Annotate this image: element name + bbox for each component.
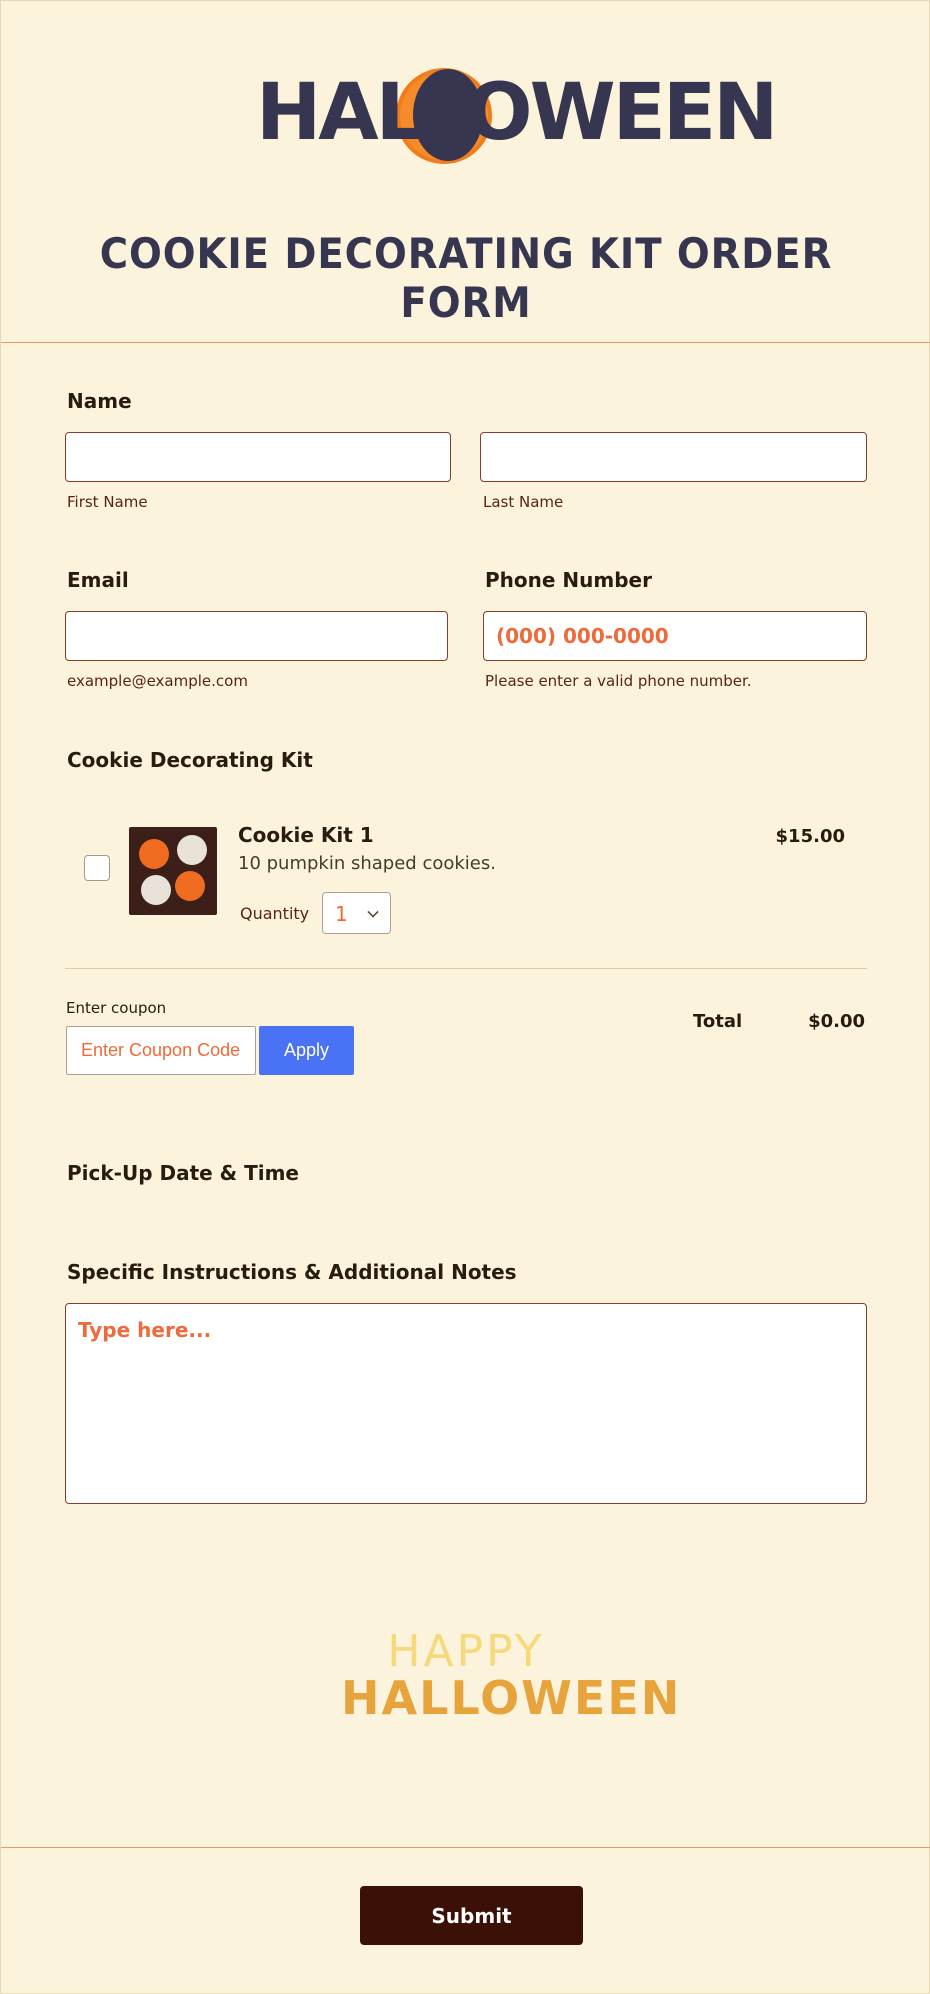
kit-label: Cookie Decorating Kit <box>67 748 313 772</box>
submit-button[interactable]: Submit <box>360 1886 583 1945</box>
apply-coupon-button[interactable]: Apply <box>259 1026 354 1075</box>
product-image <box>129 827 217 915</box>
halloween-logo: HALLOWEEN <box>256 56 778 191</box>
chevron-down-icon <box>367 906 379 918</box>
total-label: Total <box>693 1011 743 1032</box>
form-header: HALLOWEEN COOKIE DECORATING KIT ORDER FO… <box>1 1 930 343</box>
phone-sublabel: Please enter a valid phone number. <box>485 672 752 690</box>
ghost-cookie-icon <box>141 875 171 905</box>
ghost-cookie-icon <box>177 835 207 865</box>
last-name-sublabel: Last Name <box>483 493 564 511</box>
phone-field[interactable] <box>483 611 867 661</box>
first-name-sublabel: First Name <box>67 493 148 511</box>
last-name-field[interactable] <box>480 432 867 482</box>
pumpkin-cookie-icon <box>175 871 205 901</box>
email-input[interactable] <box>66 612 447 660</box>
divider <box>65 968 867 969</box>
pumpkin-cookie-icon <box>139 839 169 869</box>
first-name-field[interactable] <box>65 432 451 482</box>
quantity-label: Quantity <box>240 904 310 923</box>
graphic-line-halloween: HALLOWEEN <box>341 1671 682 1725</box>
coupon-field[interactable] <box>66 1026 256 1075</box>
page-title: COOKIE DECORATING KIT ORDER FORM <box>99 229 833 327</box>
email-sublabel: example@example.com <box>67 672 248 690</box>
quantity-value: 1 <box>335 902 348 926</box>
product-description: 10 pumpkin shaped cookies. <box>238 853 496 874</box>
happy-halloween-graphic: HAPPY HALLOWEEN <box>341 1571 682 1811</box>
name-label: Name <box>67 389 132 413</box>
product-price: $15.00 <box>775 826 845 847</box>
product-checkbox[interactable] <box>84 855 110 881</box>
pickup-label: Pick-Up Date & Time <box>67 1161 299 1185</box>
total-value: $0.00 <box>808 1011 865 1032</box>
notes-field[interactable] <box>65 1303 867 1504</box>
email-field[interactable] <box>65 611 448 661</box>
last-name-input[interactable] <box>481 433 866 481</box>
quantity-select[interactable]: 1 <box>322 892 391 934</box>
logo-text: HALLOWEEN <box>256 68 778 158</box>
form-page: HALLOWEEN COOKIE DECORATING KIT ORDER FO… <box>0 0 930 1994</box>
coupon-label: Enter coupon <box>66 999 167 1017</box>
first-name-input[interactable] <box>66 433 450 481</box>
notes-label: Specific Instructions & Additional Notes <box>67 1260 517 1284</box>
graphic-line-happy: HAPPY <box>387 1626 545 1677</box>
email-label: Email <box>67 568 129 592</box>
notes-textarea[interactable] <box>66 1304 866 1503</box>
coupon-input[interactable] <box>67 1027 255 1074</box>
product-name: Cookie Kit 1 <box>238 823 374 847</box>
phone-label: Phone Number <box>485 568 652 592</box>
phone-input[interactable] <box>484 612 866 660</box>
footer-divider <box>1 1847 930 1848</box>
